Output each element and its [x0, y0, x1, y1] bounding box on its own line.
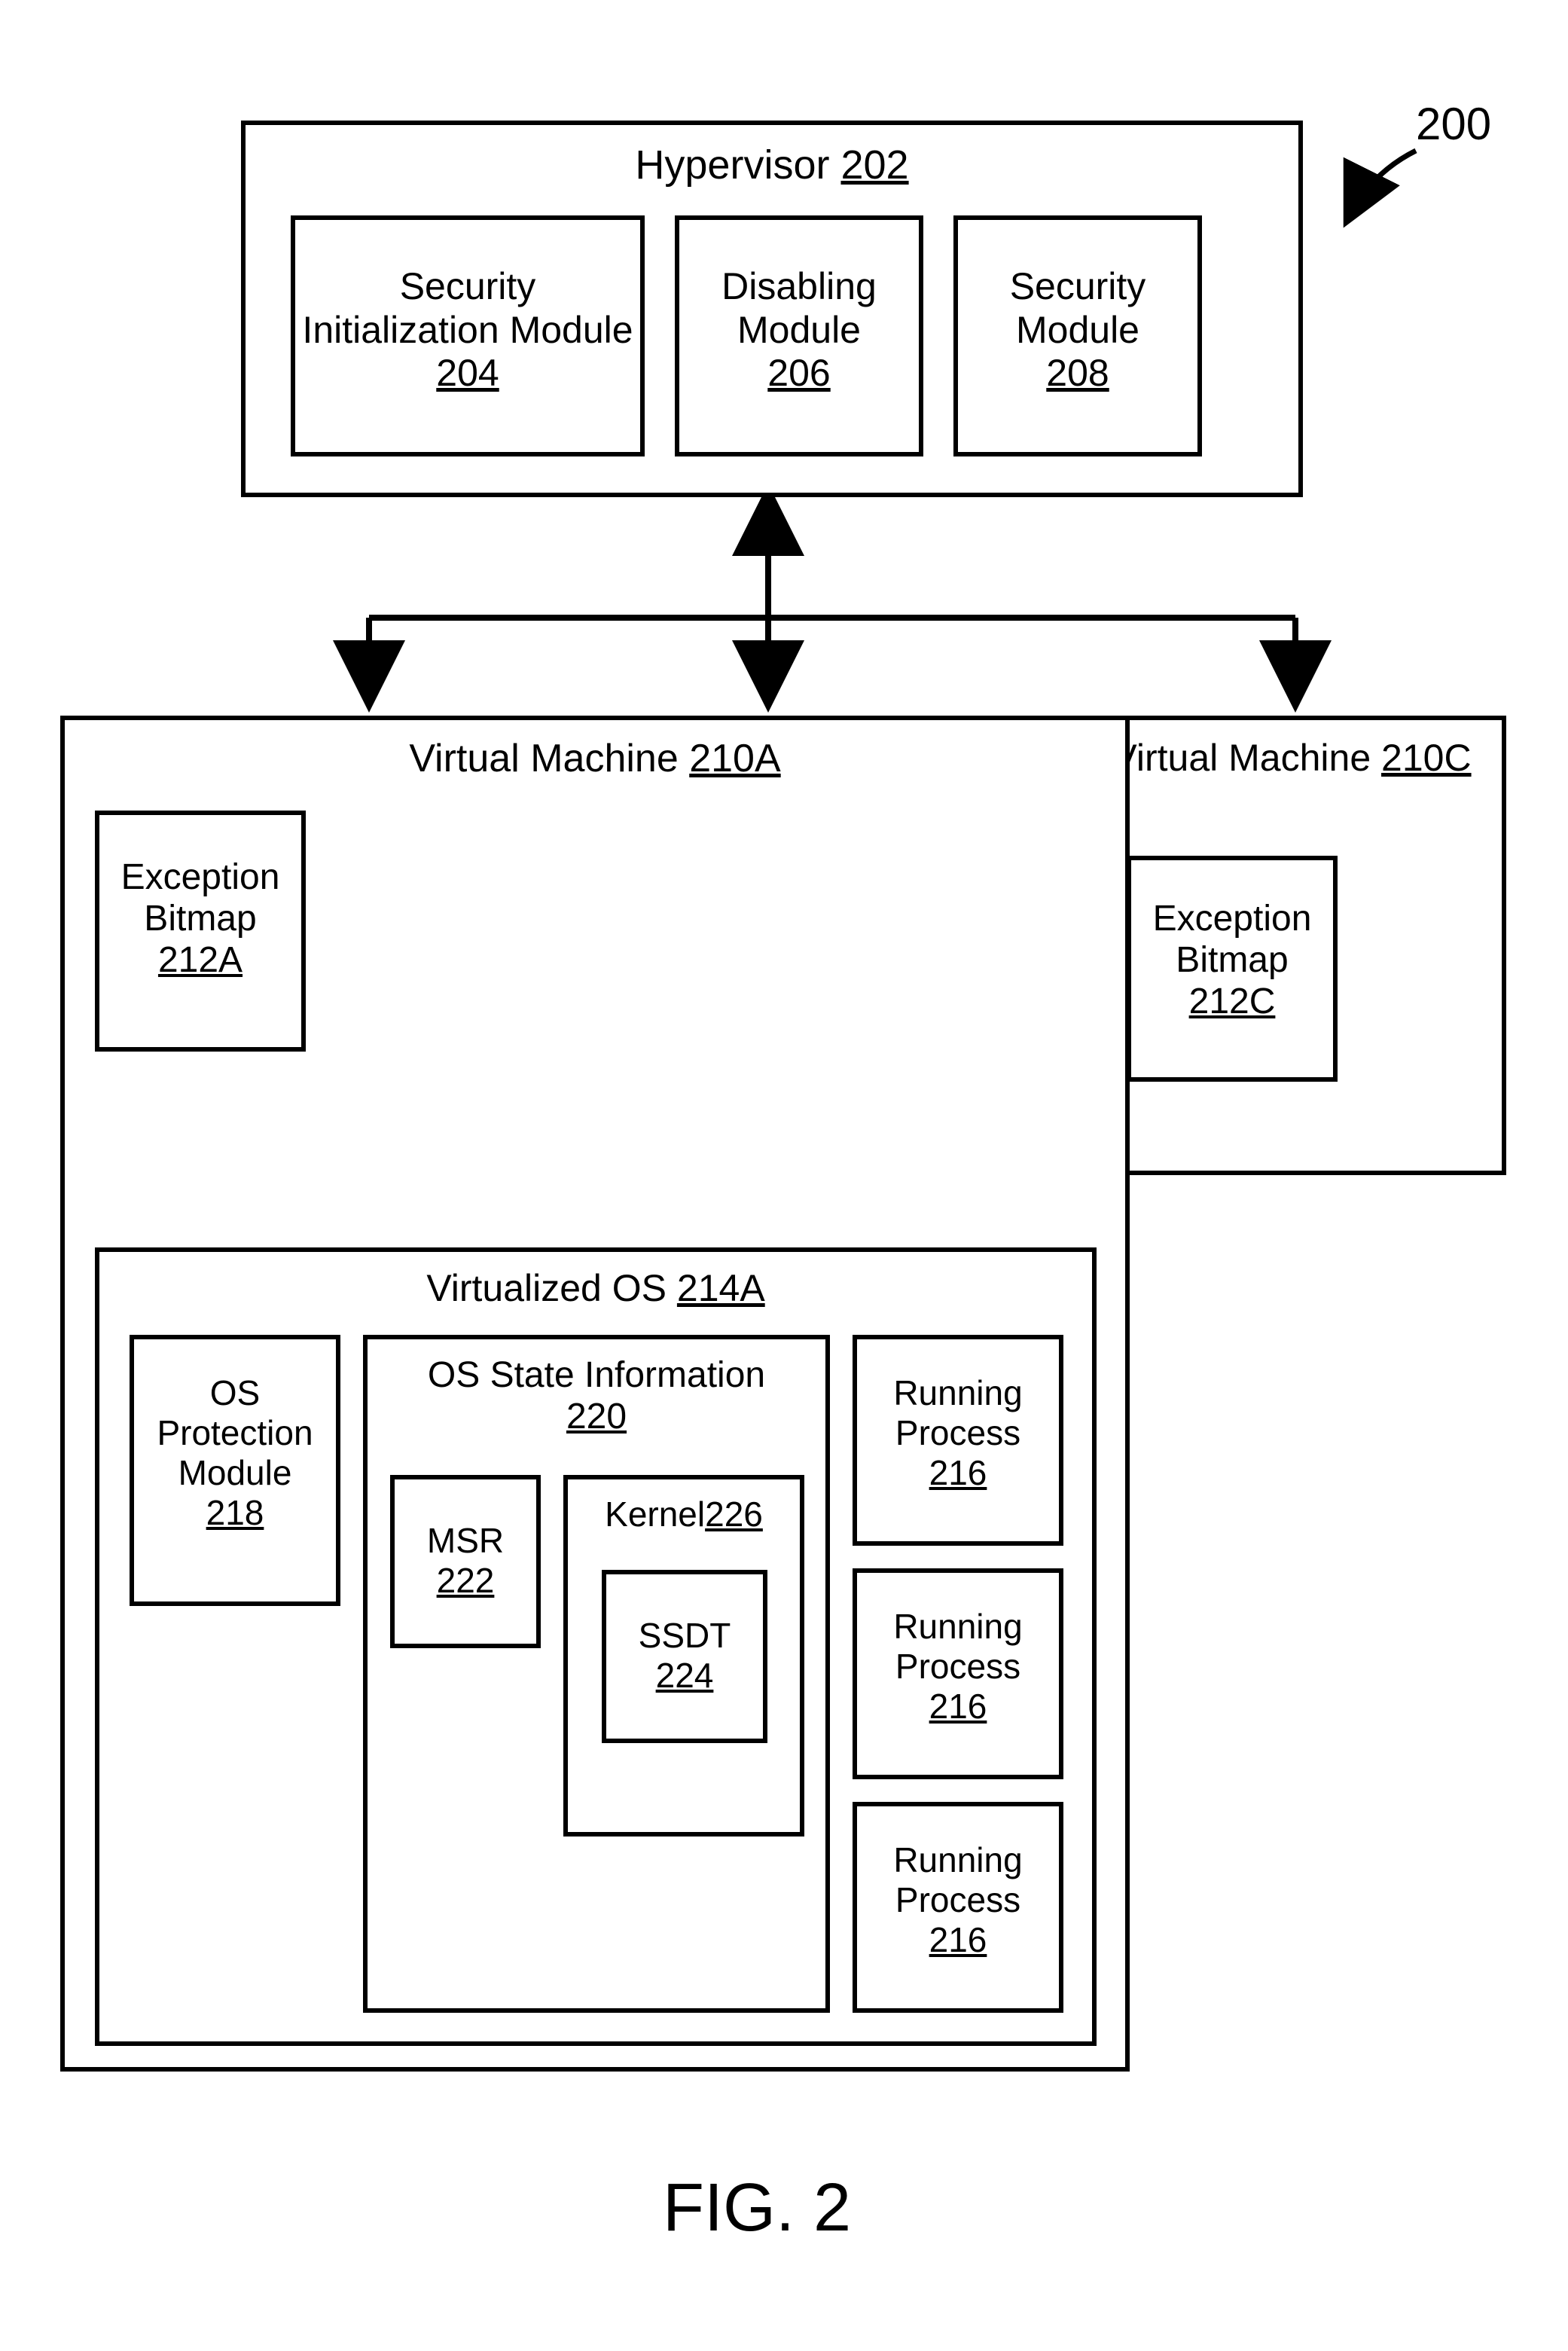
- kernel-box: Kernel226 SSDT 224: [563, 1475, 804, 1837]
- running-process-3: Running Process 216: [853, 1802, 1063, 2013]
- ssdt-box: SSDT 224: [602, 1570, 767, 1743]
- vm-c-box: Virtual Machine 210C Exception Bitmap 21…: [1077, 716, 1506, 1175]
- running-process-3-label: Running Process 216: [857, 1840, 1059, 1960]
- security-module-box: Security Module 208: [953, 215, 1202, 456]
- vm-c-exception-label: Exception Bitmap 212C: [1131, 898, 1333, 1023]
- vm-a-box: Virtual Machine 210A Exception Bitmap 21…: [60, 716, 1130, 2072]
- sec-init-module-box: Security Initialization Module 204: [291, 215, 645, 456]
- sec-init-label: Security Initialization Module 204: [295, 265, 640, 395]
- msr-box: MSR 222: [390, 1475, 541, 1648]
- diagram-ref-num: 200: [1416, 98, 1491, 150]
- msr-label: MSR 222: [395, 1521, 536, 1601]
- hypervisor-title: Hypervisor 202: [246, 142, 1298, 188]
- os-protection-box: OS Protection Module 218: [130, 1335, 340, 1606]
- os-state-info-title: OS State Information 220: [368, 1354, 825, 1437]
- figure-caption: FIG. 2: [663, 2169, 851, 2247]
- vm-a-os-title: Virtualized OS 214A: [99, 1267, 1092, 1311]
- running-process-2: Running Process 216: [853, 1568, 1063, 1779]
- vm-a-os-box: Virtualized OS 214A OS Protection Module…: [95, 1247, 1097, 2046]
- os-state-info-box: OS State Information 220 MSR 222 Kernel2…: [363, 1335, 830, 2013]
- disabling-label: Disabling Module 206: [679, 265, 919, 395]
- disabling-module-box: Disabling Module 206: [675, 215, 923, 456]
- vm-c-title: Virtual Machine 210C: [1081, 737, 1502, 780]
- running-process-1: Running Process 216: [853, 1335, 1063, 1546]
- ssdt-label: SSDT 224: [606, 1616, 763, 1696]
- vm-c-exception-box: Exception Bitmap 212C: [1127, 856, 1338, 1082]
- running-process-2-label: Running Process 216: [857, 1607, 1059, 1727]
- os-protection-label: OS Protection Module 218: [134, 1373, 336, 1533]
- running-process-1-label: Running Process 216: [857, 1373, 1059, 1493]
- vm-a-exception-label: Exception Bitmap 212A: [99, 856, 301, 982]
- security-module-label: Security Module 208: [958, 265, 1197, 395]
- kernel-label: Kernel226: [568, 1495, 800, 1534]
- hypervisor-box: Hypervisor 202 Security Initialization M…: [241, 121, 1303, 497]
- vm-a-title: Virtual Machine 210A: [65, 737, 1125, 782]
- vm-a-exception-box: Exception Bitmap 212A: [95, 811, 306, 1052]
